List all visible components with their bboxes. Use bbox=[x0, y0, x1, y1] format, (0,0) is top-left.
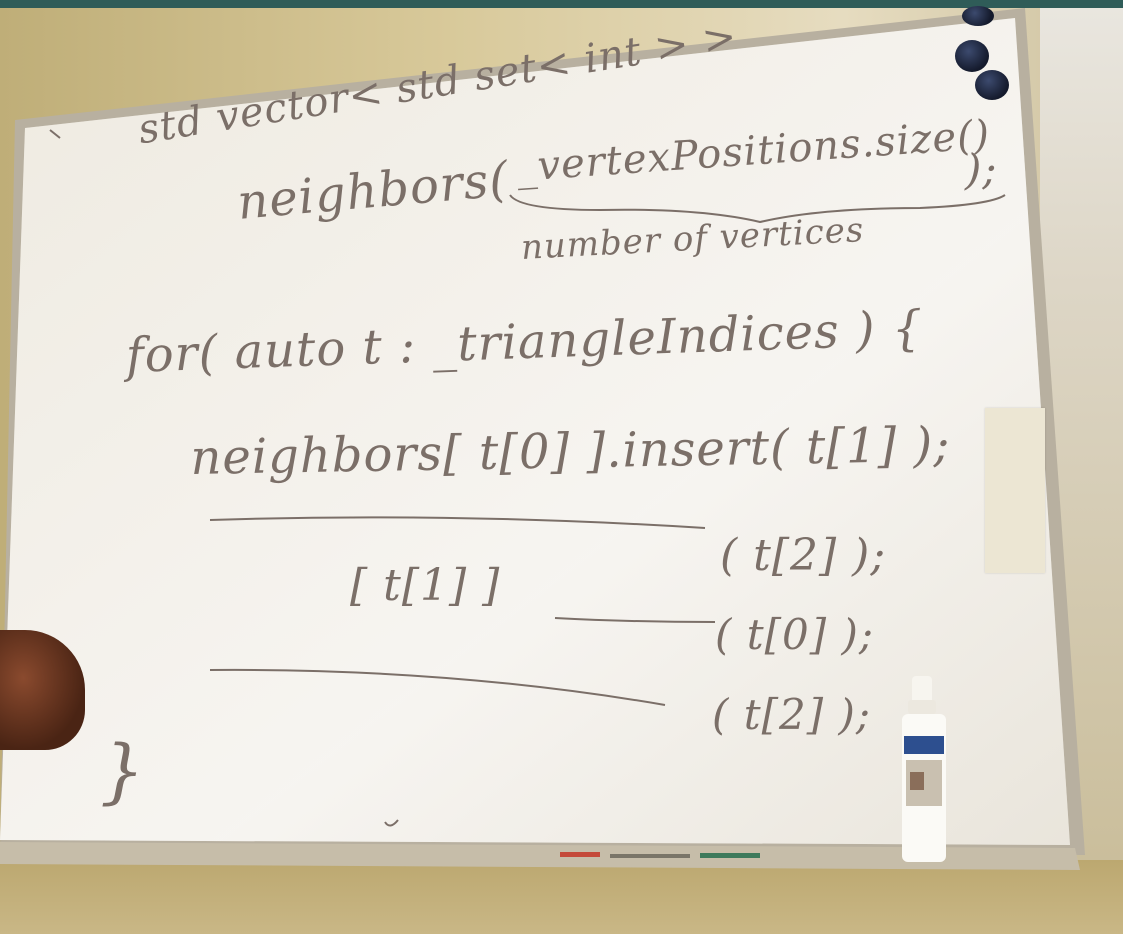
code-line-for: for( auto t : _triangleIndices ) { bbox=[125, 300, 925, 384]
code-line-2: neighbors( bbox=[235, 151, 512, 231]
annotation-number-of-vertices: number of vertices bbox=[520, 210, 866, 268]
code-line-4: ); bbox=[965, 145, 998, 194]
code-line-1: std vector< std set< int > > bbox=[135, 13, 741, 154]
closing-brace: } bbox=[100, 730, 146, 812]
code-line-insert-4: ( t[2] ); bbox=[712, 690, 871, 739]
cleaner-spray-bottle bbox=[902, 676, 946, 862]
code-line-insert-1: neighbors[ t[0] ].insert( t[1] ); bbox=[190, 416, 951, 486]
code-line-3: _vertexPositions.size() bbox=[515, 111, 992, 191]
code-line-index-t1: [ t[1] ] bbox=[350, 560, 501, 611]
code-line-insert-3: ( t[0] ); bbox=[715, 610, 874, 659]
code-line-insert-2: ( t[2] ); bbox=[720, 530, 887, 581]
